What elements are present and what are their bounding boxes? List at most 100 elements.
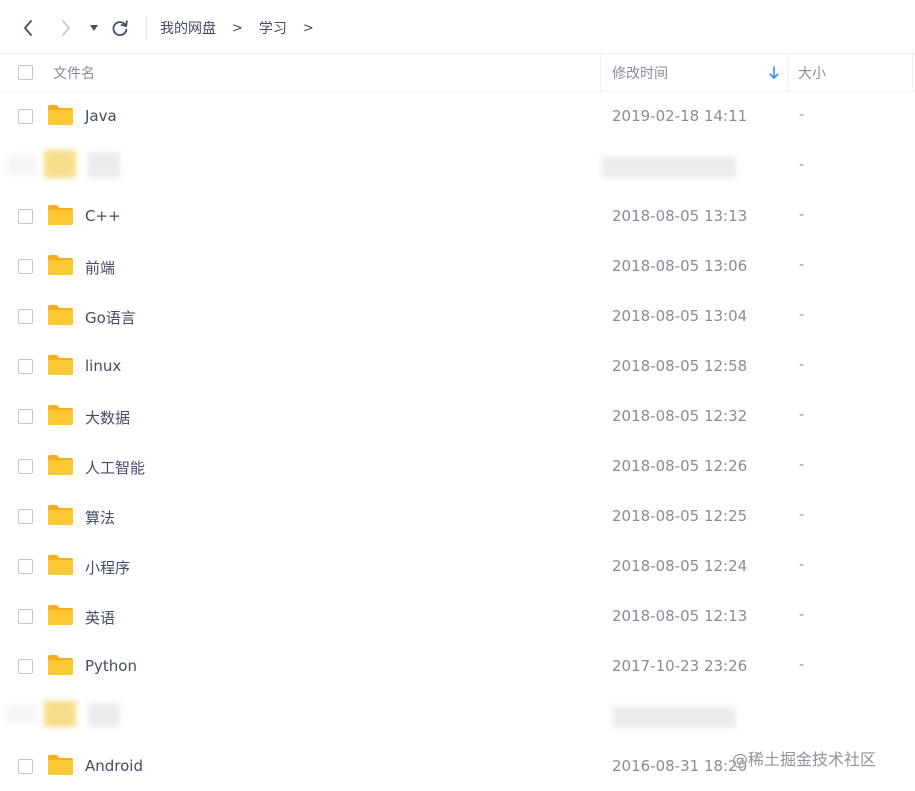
modified-time: 2019-02-18 14:11 <box>612 107 748 125</box>
breadcrumb-separator: > <box>232 20 243 36</box>
column-header-modified[interactable]: 修改时间 <box>612 63 668 83</box>
row-checkbox[interactable] <box>18 209 33 224</box>
folder-icon <box>48 105 73 125</box>
column-header-size[interactable]: 大小 <box>798 63 826 83</box>
folder-icon <box>48 555 73 575</box>
table-row[interactable]: 小程序 2018-08-05 12:24 - <box>0 542 915 592</box>
folder-icon <box>48 305 73 325</box>
caret-down-icon <box>90 25 98 31</box>
file-name[interactable]: 算法 <box>85 507 115 528</box>
file-size: - <box>799 557 805 573</box>
table-row[interactable]: Python 2017-10-23 23:26 - <box>0 642 915 692</box>
row-checkbox[interactable] <box>18 459 33 474</box>
row-checkbox[interactable] <box>18 659 33 674</box>
history-dropdown-button[interactable] <box>84 14 104 42</box>
folder-icon <box>48 455 73 475</box>
blurred-folder-icon <box>44 701 76 727</box>
table-row[interactable]: 前端 2018-08-05 13:06 - <box>0 242 915 292</box>
breadcrumb: 我的网盘 > 学习 > <box>160 16 330 40</box>
table-row[interactable]: 大数据 2018-08-05 12:32 - <box>0 392 915 442</box>
file-list-header: 文件名 修改时间 大小 <box>0 54 915 92</box>
file-size: - <box>799 507 805 523</box>
column-divider[interactable] <box>600 54 601 92</box>
row-checkbox[interactable] <box>18 359 33 374</box>
blurred-folder-icon <box>44 150 76 178</box>
chevron-right-icon <box>62 20 70 36</box>
file-name[interactable]: 前端 <box>85 257 115 278</box>
refresh-icon <box>112 20 128 36</box>
row-checkbox[interactable] <box>18 409 33 424</box>
modified-time: 2016-08-31 18:20 <box>612 757 748 775</box>
modified-time: 2018-08-05 12:58 <box>612 357 748 375</box>
table-row[interactable]: C++ 2018-08-05 13:13 - <box>0 192 915 242</box>
row-checkbox[interactable] <box>18 509 33 524</box>
refresh-button[interactable] <box>108 14 132 42</box>
file-size: - <box>799 657 805 673</box>
folder-icon <box>48 605 73 625</box>
table-row[interactable]: - <box>0 142 915 192</box>
folder-icon <box>48 505 73 525</box>
table-row[interactable]: Go语言 2018-08-05 13:04 - <box>0 292 915 342</box>
folder-icon <box>48 655 73 675</box>
modified-time: 2017-10-23 23:26 <box>612 657 748 675</box>
file-size: - <box>799 607 805 623</box>
modified-time: 2018-08-05 12:24 <box>612 557 748 575</box>
row-checkbox[interactable] <box>18 109 33 124</box>
row-checkbox[interactable] <box>18 559 33 574</box>
back-button[interactable] <box>16 14 40 42</box>
blurred-checkbox <box>6 705 36 723</box>
row-checkbox[interactable] <box>18 759 33 774</box>
table-row[interactable]: 英语 2018-08-05 12:13 - <box>0 592 915 642</box>
modified-time: 2018-08-05 13:06 <box>612 257 748 275</box>
column-divider[interactable] <box>788 54 789 92</box>
file-name[interactable]: Java <box>85 107 117 125</box>
watermark: @稀土掘金技术社区 <box>732 750 877 769</box>
file-size: - <box>799 457 805 473</box>
breadcrumb-separator: > <box>302 20 314 36</box>
file-size: - <box>799 307 805 323</box>
table-row[interactable] <box>0 692 915 742</box>
blurred-name <box>88 152 120 178</box>
breadcrumb-current[interactable]: 学习 <box>259 18 287 38</box>
forward-button[interactable] <box>54 14 78 42</box>
select-all-checkbox[interactable] <box>18 65 33 80</box>
file-size: - <box>799 207 805 223</box>
modified-time: 2018-08-05 12:32 <box>612 407 748 425</box>
file-size: - <box>799 107 805 123</box>
column-header-name[interactable]: 文件名 <box>53 63 95 83</box>
chevron-left-icon <box>24 20 32 36</box>
file-name[interactable]: Android <box>85 757 143 775</box>
blurred-date <box>602 156 736 178</box>
table-row[interactable]: 算法 2018-08-05 12:25 - <box>0 492 915 542</box>
row-checkbox[interactable] <box>18 309 33 324</box>
file-size: - <box>799 357 805 373</box>
table-row[interactable]: 人工智能 2018-08-05 12:26 - <box>0 442 915 492</box>
folder-icon <box>48 405 73 425</box>
folder-icon <box>48 755 73 775</box>
file-name[interactable]: 人工智能 <box>85 457 145 478</box>
breadcrumb-root[interactable]: 我的网盘 <box>160 18 216 38</box>
row-checkbox[interactable] <box>18 609 33 624</box>
file-size: - <box>799 157 805 173</box>
blurred-checkbox <box>6 155 36 175</box>
column-divider <box>912 54 913 92</box>
file-name[interactable]: 英语 <box>85 607 115 628</box>
file-name[interactable]: 小程序 <box>85 557 130 578</box>
folder-icon <box>48 355 73 375</box>
folder-icon <box>48 205 73 225</box>
toolbar-divider <box>146 17 147 39</box>
arrow-down-icon[interactable] <box>768 66 780 80</box>
file-name[interactable]: C++ <box>85 207 121 225</box>
file-name[interactable]: Go语言 <box>85 307 136 328</box>
blurred-name <box>88 703 120 727</box>
modified-time: 2018-08-05 12:13 <box>612 607 748 625</box>
folder-icon <box>48 255 73 275</box>
table-row[interactable]: Java 2019-02-18 14:11 - <box>0 92 915 142</box>
modified-time: 2018-08-05 12:26 <box>612 457 748 475</box>
file-name[interactable]: 大数据 <box>85 407 130 428</box>
row-checkbox[interactable] <box>18 259 33 274</box>
file-name[interactable]: linux <box>85 357 121 375</box>
file-name[interactable]: Python <box>85 657 137 675</box>
table-row[interactable]: linux 2018-08-05 12:58 - <box>0 342 915 392</box>
modified-time: 2018-08-05 12:25 <box>612 507 748 525</box>
